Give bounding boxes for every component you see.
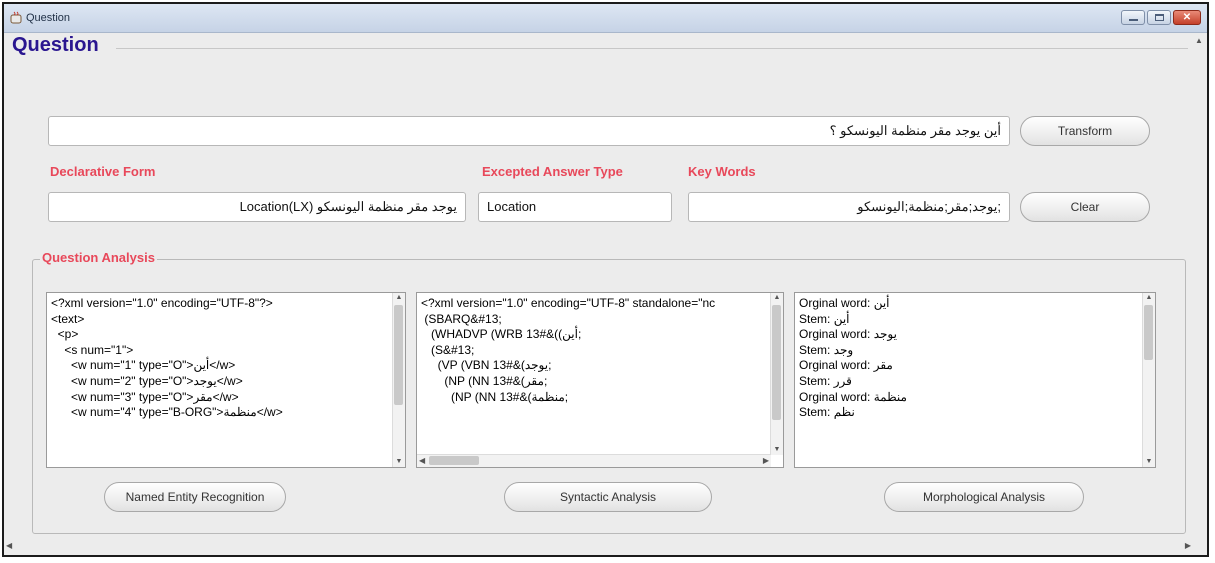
ner-output-line: <w num="2" type="O">يوجد</w> [51, 373, 243, 388]
declarative-form-label: Declarative Form [50, 164, 156, 179]
morph-output-line: Orginal word: يوجد [799, 327, 897, 342]
key-words-field[interactable]: ;يوجد;مقر;منظمة;اليونسكو [688, 192, 1010, 222]
heading-divider [116, 48, 1188, 49]
scroll-left-icon[interactable]: ◀ [419, 456, 425, 465]
maximize-button[interactable] [1147, 10, 1171, 25]
morph-output-line: Stem: نظم [799, 405, 855, 420]
ner-output-line: <w num="4" type="B-ORG">منظمة</w> [51, 405, 283, 420]
morph-output-line: Orginal word: منظمة [799, 389, 907, 404]
answer-type-label: Excepted Answer Type [482, 164, 623, 179]
scroll-right-icon[interactable]: ▶ [763, 456, 769, 465]
window-horizontal-scrollbar[interactable]: ◀ ▶ [6, 541, 1191, 553]
morphological-analysis-button[interactable]: Morphological Analysis [884, 482, 1084, 512]
syntax-output-line: <?xml version="1.0" encoding="UTF-8" sta… [421, 296, 716, 310]
syntax-scroll-thumb[interactable] [772, 305, 781, 420]
scroll-down-icon[interactable]: ▼ [1143, 457, 1155, 467]
minimize-button[interactable] [1121, 10, 1145, 25]
scroll-up-icon[interactable]: ▲ [771, 293, 783, 303]
question-window: Question ✕ Question أين يوجد مقر منظمة ا… [2, 2, 1209, 557]
window-title: Question [26, 12, 71, 24]
morph-output-line: Stem: أين [799, 311, 850, 326]
ner-output-line: <w num="1" type="O">أين</w> [51, 358, 236, 373]
scroll-left-icon[interactable]: ◀ [6, 541, 12, 550]
close-button[interactable]: ✕ [1173, 10, 1201, 25]
syntactic-analysis-button[interactable]: Syntactic Analysis [504, 482, 712, 512]
syntax-output-line: (VP (VBN 13#&(يوجد; [421, 358, 552, 373]
syntax-hscroll-thumb[interactable] [429, 456, 479, 465]
scroll-down-icon[interactable]: ▼ [393, 457, 405, 467]
named-entity-recognition-button[interactable]: Named Entity Recognition [104, 482, 286, 512]
question-analysis-legend: Question Analysis [40, 250, 157, 265]
question-input[interactable]: أين يوجد مقر منظمة اليونسكو ؟ [48, 116, 1010, 146]
transform-button[interactable]: Transform [1020, 116, 1150, 146]
syntax-output-line: (SBARQ&#13; [421, 311, 502, 326]
clear-button[interactable]: Clear [1020, 192, 1150, 222]
morph-vertical-scrollbar[interactable]: ▲ ▼ [1142, 293, 1155, 467]
maximize-icon [1155, 14, 1164, 21]
close-icon: ✕ [1182, 12, 1192, 23]
syntax-output-line: (S&#13; [421, 342, 475, 357]
syntax-output-line: (NP (NN 13#&(منظمة; [421, 389, 569, 404]
syntax-vertical-scrollbar[interactable]: ▲ ▼ [770, 293, 783, 455]
java-app-icon [10, 11, 22, 24]
ner-output-line: <p> [51, 327, 79, 342]
page-title: Question [12, 34, 99, 56]
ner-output-text: <?xml version="1.0" encoding="UTF-8"?> <t… [51, 296, 283, 421]
morph-output-line: Orginal word: مقر [799, 358, 893, 373]
morph-output-area[interactable]: Orginal word: أين Stem: أين Orginal word: … [794, 292, 1156, 468]
morph-output-line: Orginal word: أين [799, 296, 890, 310]
syntax-output-text: <?xml version="1.0" encoding="UTF-8" sta… [421, 296, 715, 405]
ner-scroll-thumb[interactable] [394, 305, 403, 405]
scroll-up-icon[interactable]: ▲ [1195, 36, 1203, 45]
ner-output-line: <s num="1"> [51, 342, 134, 357]
answer-type-field[interactable]: Location [478, 192, 672, 222]
declarative-form-field[interactable]: يوجد مقر منظمة اليونسكو Location(LX) [48, 192, 466, 222]
syntax-output-line: (WHADVP (WRB 13#&((أين; [421, 327, 582, 342]
syntax-output-line: (NP (NN 13#&(مقر; [421, 373, 548, 388]
syntax-output-area[interactable]: <?xml version="1.0" encoding="UTF-8" sta… [416, 292, 784, 468]
ner-vertical-scrollbar[interactable]: ▲ ▼ [392, 293, 405, 467]
morph-scroll-thumb[interactable] [1144, 305, 1153, 360]
window-vertical-scrollbar[interactable]: ▲ [1193, 36, 1205, 546]
syntax-horizontal-scrollbar[interactable]: ◀ ▶ [417, 454, 771, 467]
ner-output-line: <w num="3" type="O">مقر</w> [51, 389, 239, 404]
morph-output-line: Stem: وجد [799, 342, 854, 357]
morph-output-line: Stem: قرر [799, 373, 852, 388]
scroll-down-icon[interactable]: ▼ [771, 445, 783, 455]
key-words-label: Key Words [688, 164, 756, 179]
morph-output-text: Orginal word: أين Stem: أين Orginal word: … [799, 296, 907, 421]
scroll-up-icon[interactable]: ▲ [1143, 293, 1155, 303]
title-bar: Question ✕ [4, 4, 1207, 33]
ner-output-area[interactable]: <?xml version="1.0" encoding="UTF-8"?> <t… [46, 292, 406, 468]
minimize-icon [1129, 19, 1138, 21]
ner-output-line: <text> [51, 311, 85, 326]
scroll-right-icon[interactable]: ▶ [1185, 541, 1191, 550]
scroll-up-icon[interactable]: ▲ [393, 293, 405, 303]
ner-output-line: <?xml version="1.0" encoding="UTF-8"?> [51, 296, 273, 310]
